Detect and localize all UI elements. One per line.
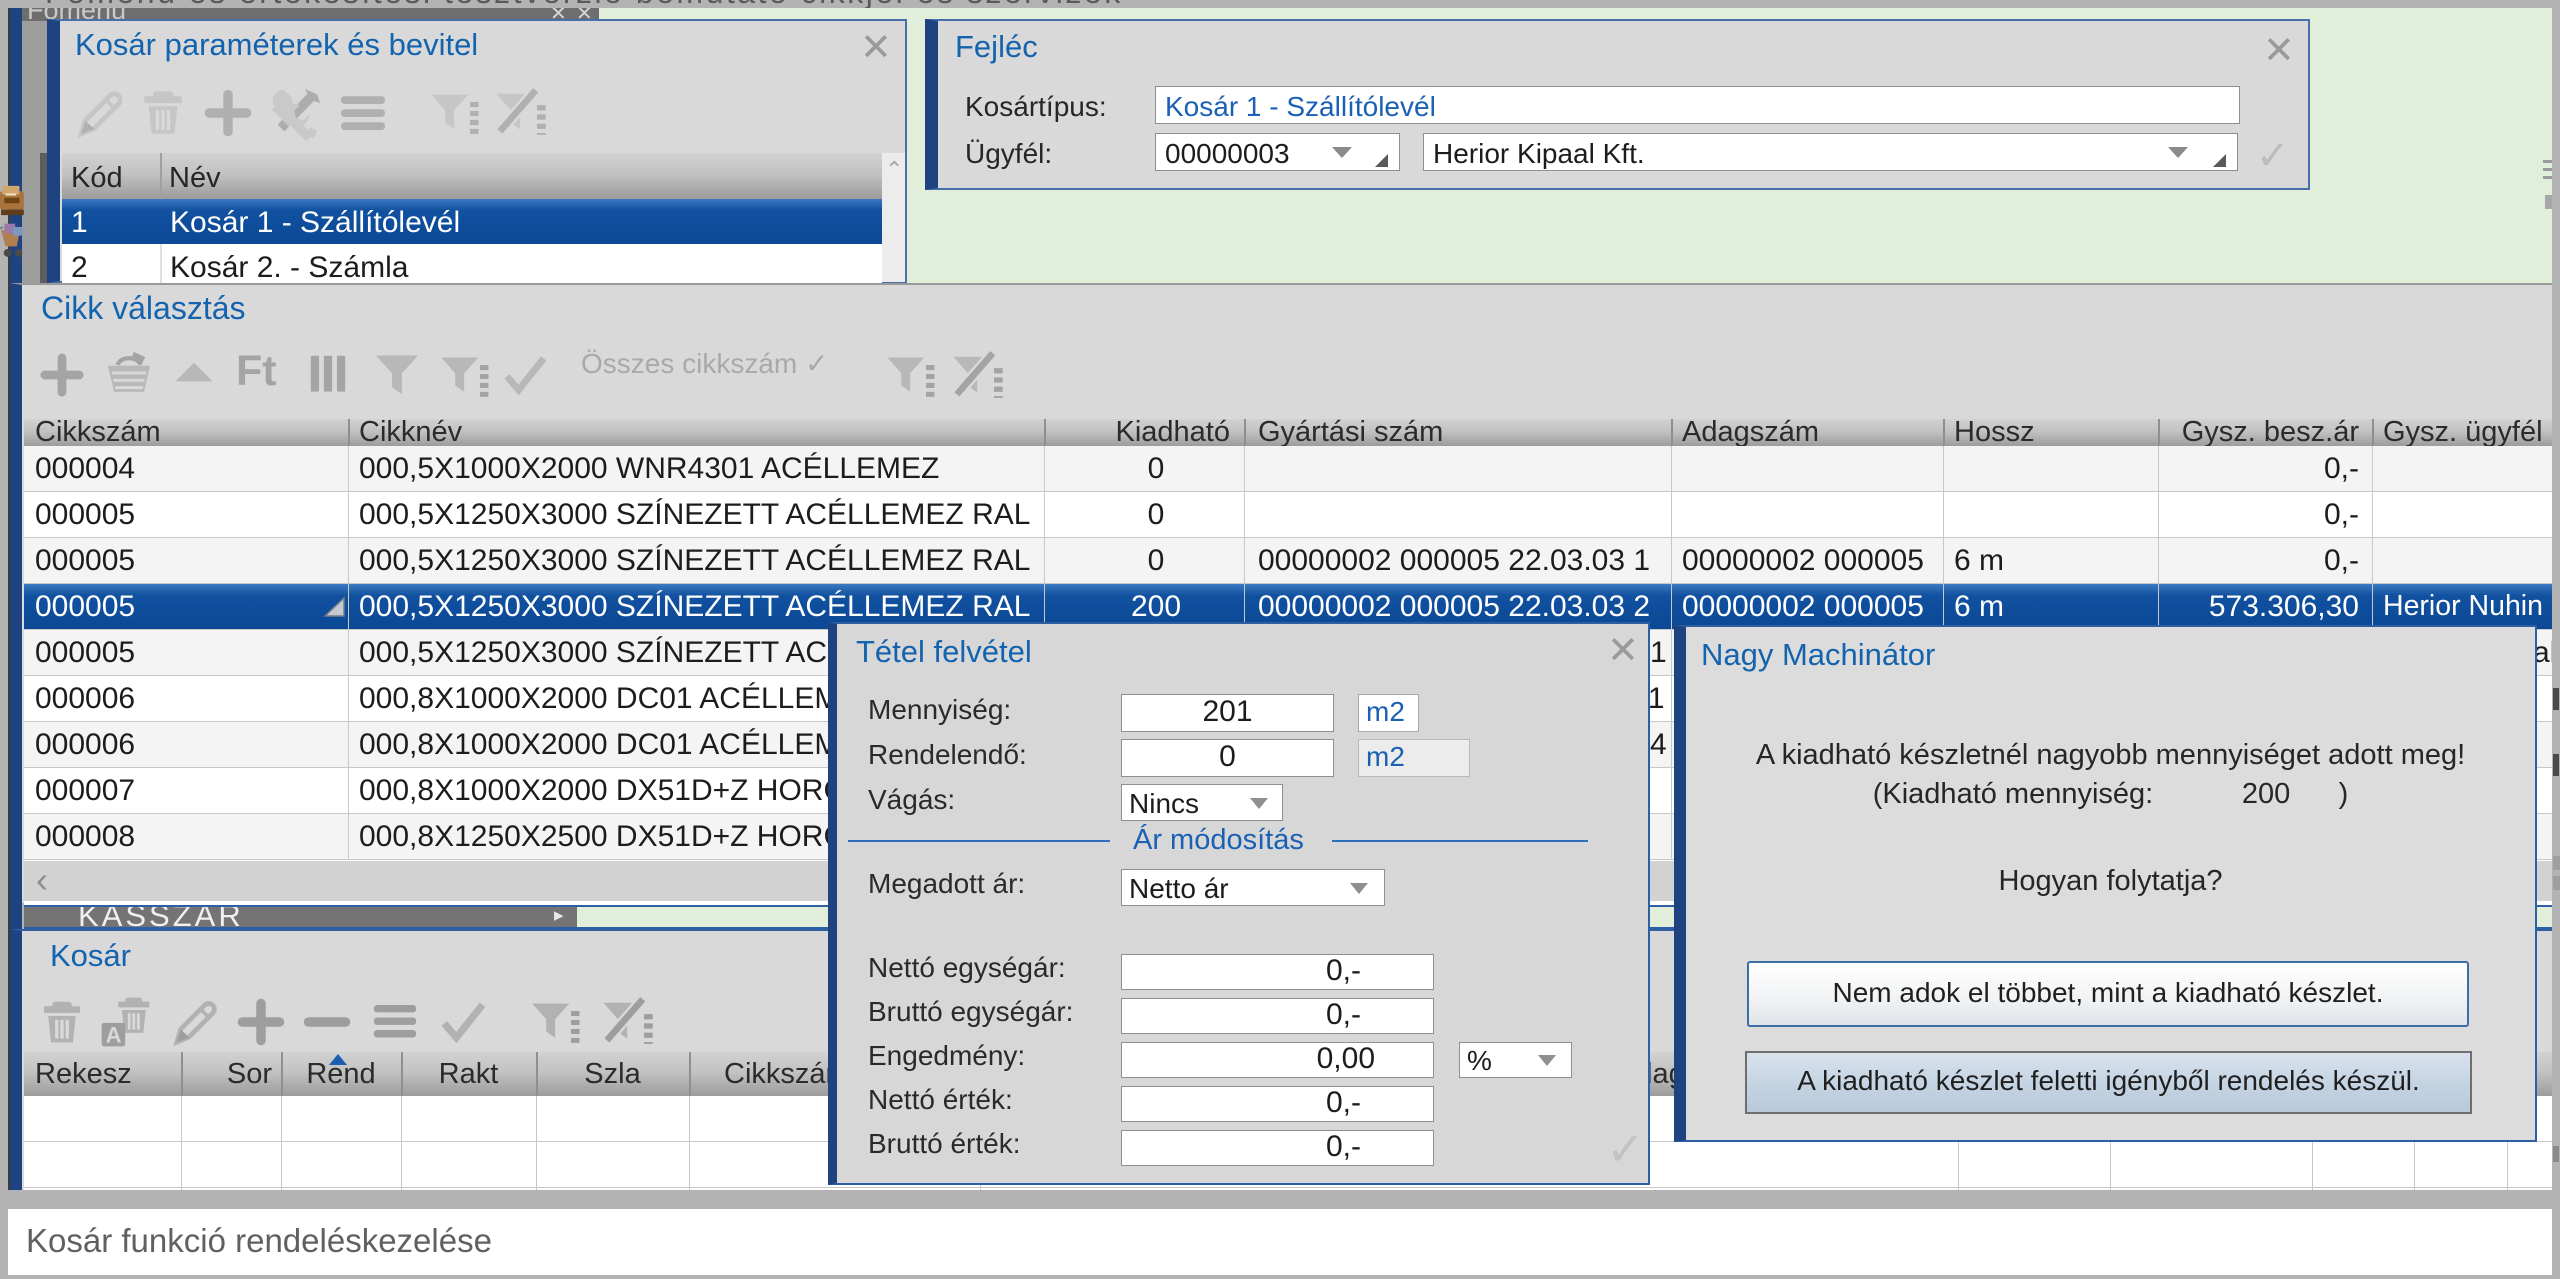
svg-text:A: A <box>106 1022 122 1047</box>
